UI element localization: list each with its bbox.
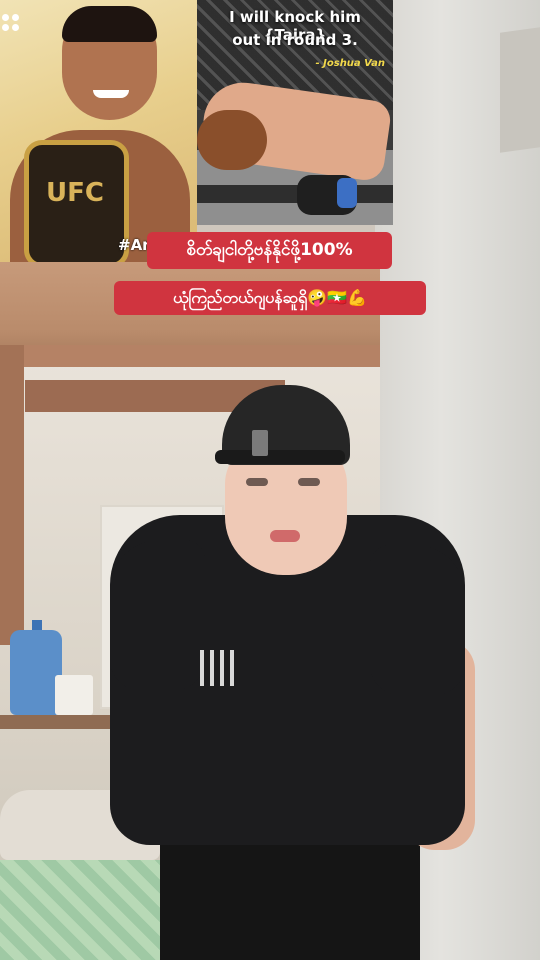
person-right-eye [298,478,320,486]
quote-line-2: out in round 3. [232,31,358,49]
person-pants [160,845,420,960]
bucket [55,675,93,715]
quote-attribution: - Joshua Van [315,58,385,69]
fighter-hair [62,6,157,42]
quote-overlay: I will knock him {Taira} out in round 3.… [197,0,393,80]
dots-menu-icon[interactable] [2,14,22,42]
downed-fighter-hair [197,110,267,170]
ceiling-beam [0,345,380,367]
cap-brim [215,450,345,464]
person-right-sleeve [370,545,465,695]
shirt-logo [200,650,236,686]
wall-plank [500,27,540,153]
fighter-thumbnail: UFC #Ar [0,0,197,262]
glove-band [337,178,357,208]
cap-logo [252,430,268,456]
person-left-sleeve [110,540,205,690]
wooden-post [0,345,24,645]
person-left-eye [246,478,268,486]
caption-line-1: စိတ်ချငါတို့ဗန်နိုင်ဖို့100% [147,232,392,269]
caption-line-2: ယုံကြည်တယ်ဂျပန်ဆူရှိ🤪🇲🇲💪 [114,281,426,315]
belt-label: UFC [46,178,104,208]
knockout-thumbnail: I will knock him {Taira} out in round 3.… [197,0,393,225]
fighter-smile [93,90,129,98]
mat-stripe [197,185,393,203]
person-mouth [270,530,300,542]
hashtag-text: #Ar [118,236,150,254]
